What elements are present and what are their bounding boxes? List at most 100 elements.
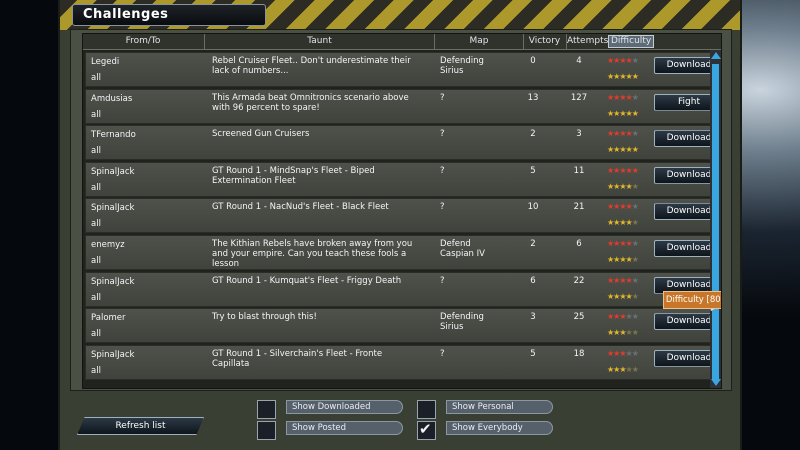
table-row[interactable]: TFernando all Screened Gun Cruisers? 2 3 ★★★★… <box>85 125 721 161</box>
from-player: SpinalJack <box>91 276 135 287</box>
table-row[interactable]: Legedi all Rebel Cruiser Fleet.. Don't und… <box>85 52 721 87</box>
player-rating-stars: ★★★★★ <box>607 328 639 337</box>
show-everybody-checkbox[interactable] <box>417 420 436 440</box>
attempts-count: 4 <box>576 56 582 66</box>
from-player: SpinalJack <box>91 349 135 360</box>
attempts-count: 6 <box>576 239 582 249</box>
map-name: Defending Sirius <box>440 312 484 333</box>
map-name: ? <box>440 165 445 176</box>
star-icon: ★ <box>631 145 639 155</box>
show-personal-checkbox[interactable] <box>417 400 436 419</box>
victory-count: 3 <box>530 312 536 323</box>
star-icon: ★ <box>631 364 639 374</box>
table-header: From/To Taunt Map Victory Attempts Diffi… <box>83 34 721 50</box>
to-target: all <box>91 329 101 340</box>
challenges-window: Challenges From/To Taunt Map Victory Att… <box>58 0 742 450</box>
col-taunt[interactable]: Taunt <box>205 36 434 46</box>
from-player: Palomer <box>91 313 126 324</box>
scroll-down-arrow-icon[interactable] <box>711 379 721 386</box>
map-name: Defending Sirius <box>440 56 484 76</box>
challenges-table: From/To Taunt Map Victory Attempts Diffi… <box>82 33 722 389</box>
table-row[interactable]: SpinalJack all GT Round 1 - Kumquat's Flee… <box>85 271 721 307</box>
map-name: ? <box>440 275 445 286</box>
to-target: all <box>91 256 101 266</box>
taunt-text: GT Round 1 - NacNud's Fleet - Black Flee… <box>212 202 389 213</box>
star-icon: ★ <box>631 56 639 65</box>
col-map[interactable]: Map <box>435 36 523 46</box>
victory-count: 5 <box>530 165 536 176</box>
player-rating-stars: ★★★★★ <box>607 108 639 118</box>
player-rating-stars: ★★★★★ <box>607 218 639 227</box>
table-row[interactable]: enemyz all The Kithian Rebels have broken … <box>85 235 721 270</box>
show-downloaded-checkbox[interactable] <box>257 400 276 419</box>
from-player: SpinalJack <box>91 203 135 214</box>
taunt-text: Rebel Cruiser Fleet.. Don't underestimat… <box>212 56 411 76</box>
map-name: Defend Caspian IV <box>440 239 485 259</box>
refresh-list-button[interactable]: Refresh list <box>77 417 204 435</box>
from-player: Legedi <box>91 57 120 67</box>
player-rating-stars: ★★★★★ <box>607 291 639 301</box>
player-rating-stars: ★★★★★ <box>607 145 639 155</box>
show-downloaded-label[interactable]: Show Downloaded <box>286 400 403 414</box>
show-posted-checkbox[interactable] <box>257 421 276 440</box>
to-target: all <box>91 146 101 157</box>
star-icon: ★ <box>631 165 639 175</box>
taunt-text: GT Round 1 - MindSnap's Fleet - Biped Ex… <box>212 165 375 186</box>
to-target: all <box>91 109 101 120</box>
table-row[interactable]: SpinalJack all GT Round 1 - NacNud's Fleet… <box>85 198 721 234</box>
victory-count: 10 <box>527 202 539 213</box>
to-target: all <box>91 73 101 83</box>
challenges-panel: From/To Taunt Map Victory Attempts Diffi… <box>70 29 732 391</box>
taunt-text: The Kithian Rebels have broken away from… <box>212 239 413 269</box>
map-name: ? <box>440 92 445 103</box>
show-everybody-label[interactable]: Show Everybody <box>446 421 553 435</box>
difficulty-rating-stars: ★★★★★ <box>607 275 639 285</box>
window-title: Challenges <box>83 7 169 22</box>
table-row[interactable]: Palomer all Try to blast through this! Defe… <box>85 308 721 344</box>
attempts-count: 11 <box>573 165 585 176</box>
taunt-text: Try to blast through this! <box>212 312 317 323</box>
star-icon: ★ <box>631 291 639 301</box>
victory-count: 2 <box>530 239 536 249</box>
star-icon: ★ <box>631 275 639 285</box>
taunt-text: GT Round 1 - Kumquat's Fleet - Friggy De… <box>212 275 402 286</box>
star-icon: ★ <box>631 129 639 139</box>
table-row[interactable]: SpinalJack all GT Round 1 - MindSnap's Fle… <box>85 161 721 197</box>
difficulty-rating-stars: ★★★★★ <box>607 312 639 321</box>
attempts-count: 3 <box>576 129 582 140</box>
to-target: all <box>91 182 101 193</box>
difficulty-rating-stars: ★★★★★ <box>607 56 639 65</box>
table-row[interactable]: Amdusias all This Armada beat Omnitronics … <box>85 88 721 124</box>
star-icon: ★ <box>631 108 639 118</box>
show-personal-label[interactable]: Show Personal <box>446 400 553 414</box>
attempts-count: 25 <box>573 312 585 323</box>
victory-count: 2 <box>530 129 536 140</box>
difficulty-rating-stars: ★★★★★ <box>607 202 639 212</box>
col-victory[interactable]: Victory <box>523 36 566 46</box>
star-icon: ★ <box>631 202 639 212</box>
table-row[interactable]: SpinalJack all GT Round 1 - Silverchain's … <box>85 344 721 380</box>
from-player: enemyz <box>91 240 125 250</box>
victory-count: 6 <box>530 275 536 286</box>
show-posted-label[interactable]: Show Posted <box>286 421 403 435</box>
taunt-text: This Armada beat Omnitronics scenario ab… <box>212 92 409 113</box>
taunt-text: Screened Gun Cruisers <box>212 129 310 140</box>
player-rating-stars: ★★★★★ <box>607 72 639 81</box>
table-scrollbar[interactable] <box>710 50 721 388</box>
scroll-up-arrow-icon[interactable] <box>711 52 721 59</box>
from-player: Amdusias <box>91 93 133 104</box>
star-icon: ★ <box>631 72 639 81</box>
col-from-to[interactable]: From/To <box>83 36 203 46</box>
from-player: SpinalJack <box>91 166 135 177</box>
col-attempts[interactable]: Attempts <box>567 36 608 46</box>
taunt-text: GT Round 1 - Silverchain's Fleet - Front… <box>212 348 383 369</box>
scroll-thumb[interactable] <box>712 64 719 379</box>
attempts-count: 127 <box>570 92 588 103</box>
difficulty-rating-stars: ★★★★★ <box>607 165 639 175</box>
to-target: all <box>91 365 101 376</box>
difficulty-rating-stars: ★★★★★ <box>607 239 639 248</box>
difficulty-tooltip: Difficulty [80%] <box>663 291 721 309</box>
star-icon: ★ <box>631 255 639 264</box>
bottom-controls: Refresh list Show Downloaded Show Posted… <box>70 392 730 450</box>
col-difficulty[interactable]: Difficulty <box>608 35 655 48</box>
